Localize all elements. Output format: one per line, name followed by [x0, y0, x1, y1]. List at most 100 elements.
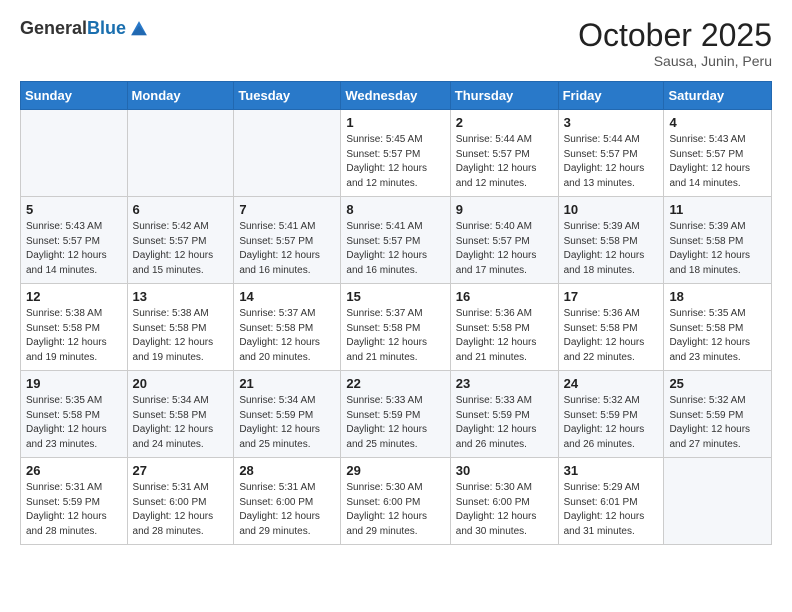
- day-number: 6: [133, 202, 229, 217]
- day-cell: 4 Sunrise: 5:43 AM Sunset: 5:57 PM Daylig…: [664, 110, 772, 197]
- day-number: 17: [564, 289, 659, 304]
- day-cell: 5 Sunrise: 5:43 AM Sunset: 5:57 PM Daylig…: [21, 197, 128, 284]
- day-info: Sunrise: 5:32 AM Sunset: 5:59 PM Dayligh…: [564, 394, 659, 452]
- day-info: Sunrise: 5:31 AM Sunset: 5:59 PM Dayligh…: [26, 481, 122, 539]
- day-number: 1: [346, 115, 444, 130]
- day-number: 16: [456, 289, 553, 304]
- week-row-3: 12 Sunrise: 5:38 AM Sunset: 5:58 PM Dayli…: [21, 284, 772, 371]
- day-info: Sunrise: 5:44 AM Sunset: 5:57 PM Dayligh…: [564, 133, 659, 191]
- day-cell: 11Sunrise: 5:39 AM Sunset: 5:58 PM Dayli…: [664, 197, 772, 284]
- day-cell: 16 Sunrise: 5:36 AM Sunset: 5:58 PM Dayli…: [450, 284, 558, 371]
- logo-general: GeneralBlue: [20, 19, 126, 39]
- day-info: Sunrise: 5:33 AM Sunset: 5:59 PM Dayligh…: [346, 394, 444, 452]
- day-cell: 31 Sunrise: 5:29 AM Sunset: 6:01 PM Dayli…: [558, 458, 664, 545]
- day-info: Sunrise: 5:31 AM Sunset: 6:00 PM Dayligh…: [239, 481, 335, 539]
- week-row-1: 1 Sunrise: 5:45 AM Sunset: 5:57 PM Daylig…: [21, 110, 772, 197]
- month-title: October 2025: [578, 18, 772, 53]
- day-info: Sunrise: 5:43 AM Sunset: 5:57 PM Dayligh…: [669, 133, 766, 191]
- day-info: Sunrise: 5:35 AM Sunset: 5:58 PM Dayligh…: [26, 394, 122, 452]
- day-number: 10: [564, 202, 659, 217]
- title-block: October 2025 Sausa, Junin, Peru: [578, 18, 772, 69]
- col-saturday: Saturday: [664, 82, 772, 110]
- day-number: 18: [669, 289, 766, 304]
- day-number: 3: [564, 115, 659, 130]
- day-cell: 29 Sunrise: 5:30 AM Sunset: 6:00 PM Dayli…: [341, 458, 450, 545]
- day-info: Sunrise: 5:41 AM Sunset: 5:57 PM Dayligh…: [346, 220, 444, 278]
- col-monday: Monday: [127, 82, 234, 110]
- day-cell: 21Sunrise: 5:34 AM Sunset: 5:59 PM Dayli…: [234, 371, 341, 458]
- day-cell: 10 Sunrise: 5:39 AM Sunset: 5:58 PM Dayli…: [558, 197, 664, 284]
- day-cell: 22 Sunrise: 5:33 AM Sunset: 5:59 PM Dayli…: [341, 371, 450, 458]
- week-row-4: 19 Sunrise: 5:35 AM Sunset: 5:58 PM Dayli…: [21, 371, 772, 458]
- day-cell: 3 Sunrise: 5:44 AM Sunset: 5:57 PM Daylig…: [558, 110, 664, 197]
- day-info: Sunrise: 5:38 AM Sunset: 5:58 PM Dayligh…: [26, 307, 122, 365]
- day-info: Sunrise: 5:45 AM Sunset: 5:57 PM Dayligh…: [346, 133, 444, 191]
- day-cell: 27Sunrise: 5:31 AM Sunset: 6:00 PM Dayli…: [127, 458, 234, 545]
- day-number: 22: [346, 376, 444, 391]
- col-wednesday: Wednesday: [341, 82, 450, 110]
- day-number: 25: [669, 376, 766, 391]
- day-cell: 23 Sunrise: 5:33 AM Sunset: 5:59 PM Dayli…: [450, 371, 558, 458]
- day-info: Sunrise: 5:30 AM Sunset: 6:00 PM Dayligh…: [456, 481, 553, 539]
- day-info: Sunrise: 5:30 AM Sunset: 6:00 PM Dayligh…: [346, 481, 444, 539]
- day-info: Sunrise: 5:37 AM Sunset: 5:58 PM Dayligh…: [239, 307, 335, 365]
- logo: GeneralBlue: [20, 18, 150, 40]
- day-number: 11: [669, 202, 766, 217]
- day-cell: 6 Sunrise: 5:42 AM Sunset: 5:57 PM Daylig…: [127, 197, 234, 284]
- day-number: 31: [564, 463, 659, 478]
- day-cell: 7 Sunrise: 5:41 AM Sunset: 5:57 PM Daylig…: [234, 197, 341, 284]
- day-number: 20: [133, 376, 229, 391]
- day-info: Sunrise: 5:41 AM Sunset: 5:57 PM Dayligh…: [239, 220, 335, 278]
- day-cell: 12 Sunrise: 5:38 AM Sunset: 5:58 PM Dayli…: [21, 284, 128, 371]
- day-info: Sunrise: 5:36 AM Sunset: 5:58 PM Dayligh…: [456, 307, 553, 365]
- day-info: Sunrise: 5:35 AM Sunset: 5:58 PM Dayligh…: [669, 307, 766, 365]
- day-cell: 25 Sunrise: 5:32 AM Sunset: 5:59 PM Dayli…: [664, 371, 772, 458]
- day-number: 27: [133, 463, 229, 478]
- day-cell: 28Sunrise: 5:31 AM Sunset: 6:00 PM Dayli…: [234, 458, 341, 545]
- day-cell: [234, 110, 341, 197]
- day-number: 2: [456, 115, 553, 130]
- day-info: Sunrise: 5:44 AM Sunset: 5:57 PM Dayligh…: [456, 133, 553, 191]
- day-cell: [127, 110, 234, 197]
- day-cell: 20Sunrise: 5:34 AM Sunset: 5:58 PM Dayli…: [127, 371, 234, 458]
- header: GeneralBlue October 2025 Sausa, Junin, P…: [20, 18, 772, 69]
- day-info: Sunrise: 5:33 AM Sunset: 5:59 PM Dayligh…: [456, 394, 553, 452]
- day-cell: 13Sunrise: 5:38 AM Sunset: 5:58 PM Dayli…: [127, 284, 234, 371]
- day-number: 24: [564, 376, 659, 391]
- day-cell: 17 Sunrise: 5:36 AM Sunset: 5:58 PM Dayli…: [558, 284, 664, 371]
- day-info: Sunrise: 5:29 AM Sunset: 6:01 PM Dayligh…: [564, 481, 659, 539]
- day-cell: [664, 458, 772, 545]
- day-cell: 2 Sunrise: 5:44 AM Sunset: 5:57 PM Daylig…: [450, 110, 558, 197]
- day-number: 4: [669, 115, 766, 130]
- day-cell: 19 Sunrise: 5:35 AM Sunset: 5:58 PM Dayli…: [21, 371, 128, 458]
- day-info: Sunrise: 5:43 AM Sunset: 5:57 PM Dayligh…: [26, 220, 122, 278]
- day-cell: 15 Sunrise: 5:37 AM Sunset: 5:58 PM Dayli…: [341, 284, 450, 371]
- day-info: Sunrise: 5:36 AM Sunset: 5:58 PM Dayligh…: [564, 307, 659, 365]
- day-cell: 24 Sunrise: 5:32 AM Sunset: 5:59 PM Dayli…: [558, 371, 664, 458]
- col-friday: Friday: [558, 82, 664, 110]
- day-info: Sunrise: 5:42 AM Sunset: 5:57 PM Dayligh…: [133, 220, 229, 278]
- day-number: 29: [346, 463, 444, 478]
- day-info: Sunrise: 5:32 AM Sunset: 5:59 PM Dayligh…: [669, 394, 766, 452]
- week-row-2: 5 Sunrise: 5:43 AM Sunset: 5:57 PM Daylig…: [21, 197, 772, 284]
- day-info: Sunrise: 5:39 AM Sunset: 5:58 PM Dayligh…: [564, 220, 659, 278]
- col-sunday: Sunday: [21, 82, 128, 110]
- day-number: 8: [346, 202, 444, 217]
- day-number: 7: [239, 202, 335, 217]
- day-number: 15: [346, 289, 444, 304]
- logo-icon: [128, 18, 150, 40]
- day-number: 19: [26, 376, 122, 391]
- location-subtitle: Sausa, Junin, Peru: [578, 53, 772, 69]
- day-cell: 8 Sunrise: 5:41 AM Sunset: 5:57 PM Daylig…: [341, 197, 450, 284]
- day-info: Sunrise: 5:38 AM Sunset: 5:58 PM Dayligh…: [133, 307, 229, 365]
- week-row-5: 26Sunrise: 5:31 AM Sunset: 5:59 PM Dayli…: [21, 458, 772, 545]
- day-number: 23: [456, 376, 553, 391]
- day-cell: 18 Sunrise: 5:35 AM Sunset: 5:58 PM Dayli…: [664, 284, 772, 371]
- day-info: Sunrise: 5:40 AM Sunset: 5:57 PM Dayligh…: [456, 220, 553, 278]
- day-cell: 26Sunrise: 5:31 AM Sunset: 5:59 PM Dayli…: [21, 458, 128, 545]
- day-number: 5: [26, 202, 122, 217]
- day-number: 12: [26, 289, 122, 304]
- day-number: 14: [239, 289, 335, 304]
- day-cell: 1 Sunrise: 5:45 AM Sunset: 5:57 PM Daylig…: [341, 110, 450, 197]
- day-info: Sunrise: 5:37 AM Sunset: 5:58 PM Dayligh…: [346, 307, 444, 365]
